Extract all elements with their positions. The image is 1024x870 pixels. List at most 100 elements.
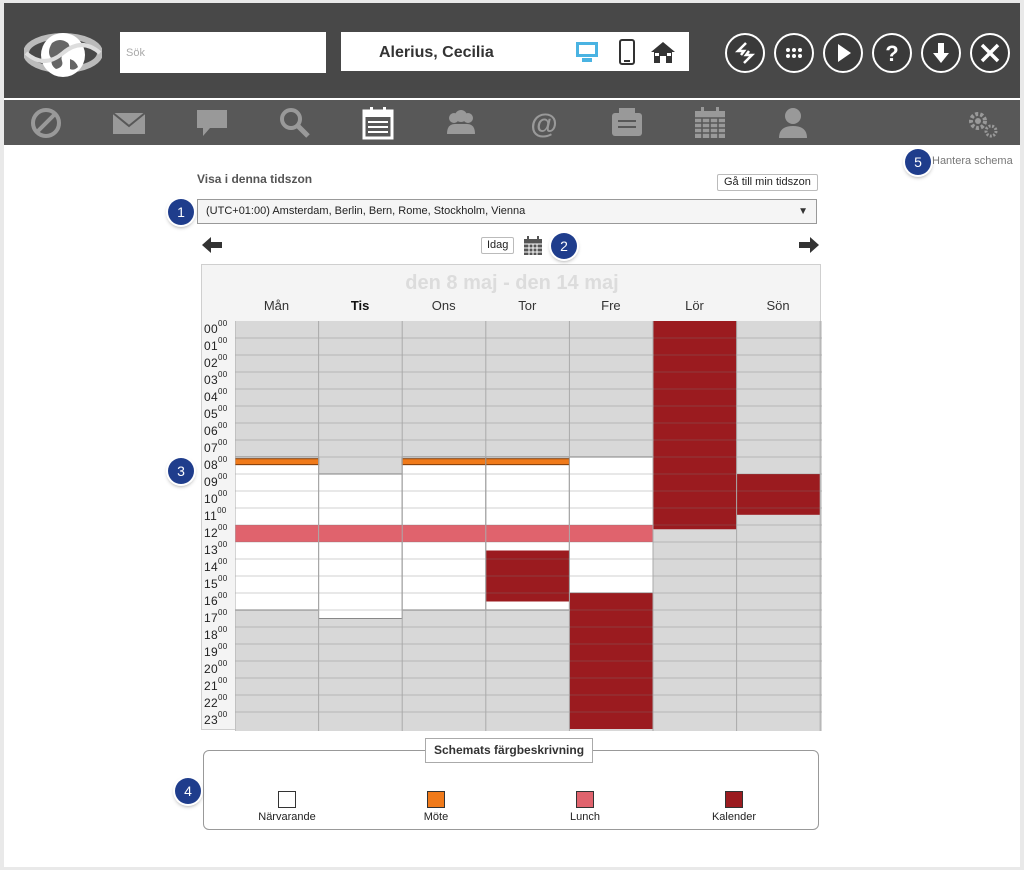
callout-badge: 1 — [168, 199, 194, 225]
hour-label: 0300 — [204, 370, 228, 387]
present-block — [318, 473, 403, 619]
hour-label: 0400 — [204, 387, 228, 404]
day-header: Mån — [263, 298, 290, 313]
next-week-arrow-icon[interactable] — [798, 236, 820, 254]
week-range-title: den 8 maj - den 14 maj — [405, 272, 619, 294]
timezone-selected-value: (UTC+01:00) Amsterdam, Berlin, Bern, Rom… — [206, 205, 526, 217]
group-icon[interactable] — [443, 106, 479, 140]
lunch-block — [485, 525, 570, 542]
help-icon: ? — [885, 41, 898, 65]
person-icon[interactable] — [775, 106, 811, 140]
calendar-block — [653, 321, 737, 530]
legend-swatch — [278, 791, 296, 808]
hour-label: 1000 — [204, 489, 228, 506]
previous-week-arrow-icon[interactable] — [201, 236, 223, 254]
hour-label: 0000 — [204, 319, 228, 336]
hour-label: 1900 — [204, 642, 228, 659]
legend-swatch — [576, 791, 594, 808]
help-button[interactable]: ? — [872, 33, 912, 73]
mail-icon[interactable] — [111, 106, 147, 140]
calendar-block — [736, 474, 821, 515]
day-header: Fre — [601, 298, 621, 313]
hour-label: 0900 — [204, 472, 228, 489]
callout-badge: 5 — [905, 149, 931, 175]
hour-label: 0200 — [204, 353, 228, 370]
svg-text:?: ? — [885, 41, 898, 65]
day-header: Ons — [431, 298, 456, 313]
apps-button[interactable] — [774, 33, 814, 73]
board-icon[interactable] — [609, 106, 645, 140]
hour-label: 0100 — [204, 336, 228, 353]
search-icon[interactable] — [277, 106, 313, 140]
hour-label: 1500 — [204, 574, 228, 591]
desktop-icon[interactable] — [573, 39, 601, 65]
apps-grid-icon — [786, 48, 802, 58]
close-icon — [980, 43, 1000, 63]
search-input[interactable] — [120, 32, 326, 73]
at-icon[interactable]: @ — [526, 106, 562, 140]
legend-label: Närvarande — [258, 811, 316, 823]
logo-icon — [24, 33, 102, 77]
legend-item: Lunch — [535, 791, 635, 823]
download-icon — [933, 43, 949, 63]
my-timezone-button[interactable]: Gå till min tidszon — [717, 174, 818, 191]
close-button[interactable] — [970, 33, 1010, 73]
day-header: Tis — [350, 298, 370, 313]
legend-item: Kalender — [684, 791, 784, 823]
meeting-block — [235, 458, 320, 466]
date-picker-icon[interactable] — [523, 236, 543, 256]
meeting-block — [485, 458, 570, 466]
hour-label: 1700 — [204, 608, 228, 625]
gears-icon[interactable] — [964, 106, 1000, 140]
lunch-block — [569, 525, 653, 542]
hour-label: 1200 — [204, 523, 228, 540]
home-icon[interactable] — [649, 39, 677, 65]
legend-swatch — [427, 791, 445, 808]
lunch-block — [402, 525, 486, 542]
callout-badge: 4 — [175, 778, 201, 804]
hour-label: 1400 — [204, 557, 228, 574]
dropdown-arrow-icon: ▼ — [798, 206, 808, 217]
legend-label: Möte — [423, 811, 449, 823]
hour-label: 1600 — [204, 591, 228, 608]
play-button[interactable] — [823, 33, 863, 73]
schedule-icon[interactable] — [360, 106, 396, 140]
manage-schedule-link[interactable]: Hantera schema — [932, 155, 1013, 167]
legend-item: Möte — [386, 791, 486, 823]
hour-label: 2000 — [204, 659, 228, 676]
timezone-select[interactable]: (UTC+01:00) Amsterdam, Berlin, Bern, Rom… — [197, 199, 817, 224]
hour-label: 1100 — [204, 506, 227, 523]
download-button[interactable] — [921, 33, 961, 73]
legend-swatch — [725, 791, 743, 808]
schedule-grid[interactable] — [235, 321, 822, 731]
day-header: Sön — [766, 298, 790, 313]
hour-label: 0800 — [204, 455, 228, 472]
calendar-icon[interactable] — [692, 106, 728, 140]
color-legend: Schemats färgbeskrivning Närvarande Möte L… — [203, 738, 819, 830]
legend-item: Närvarande — [237, 791, 337, 823]
schedule-calendar: den 8 maj - den 14 maj Mån Tis Ons Tor Fre Lö… — [201, 264, 822, 731]
user-box: Alerius, Cecilia — [341, 32, 689, 71]
day-header: Lör — [685, 298, 704, 313]
switch-icon — [734, 42, 756, 64]
legend-title: Schemats färgbeskrivning — [425, 738, 594, 763]
callout-badge: 3 — [168, 458, 194, 484]
hour-label: 0500 — [204, 404, 228, 421]
hour-label: 1300 — [204, 540, 228, 557]
play-icon — [838, 44, 851, 62]
svg-text:@: @ — [530, 108, 557, 139]
block-icon[interactable] — [28, 106, 64, 140]
top-bar: Alerius, Cecilia — [4, 3, 1020, 98]
chat-icon[interactable] — [194, 106, 230, 140]
switch-button[interactable] — [725, 33, 765, 73]
mobile-icon[interactable] — [613, 39, 641, 65]
today-button[interactable]: Idag — [481, 237, 515, 254]
legend-label: Kalender — [711, 811, 757, 823]
lunch-block — [235, 525, 319, 542]
hour-label: 0700 — [204, 438, 228, 455]
hour-label: 2300 — [204, 710, 228, 727]
hour-label: 2200 — [204, 693, 228, 710]
app-window: Alerius, Cecilia — [4, 3, 1020, 867]
callout-badge: 2 — [551, 233, 577, 259]
day-header: Tor — [518, 298, 537, 313]
